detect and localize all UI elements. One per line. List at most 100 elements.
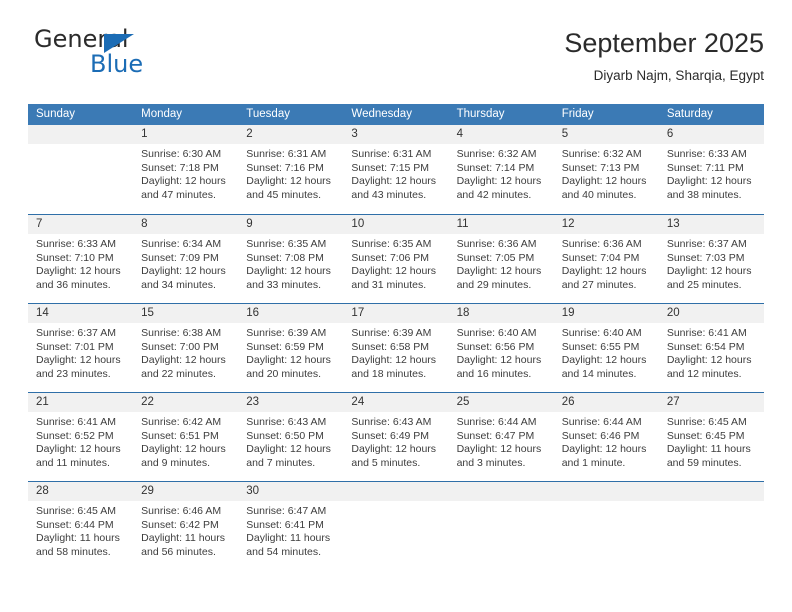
day-detail-line: Sunrise: 6:36 AM bbox=[456, 238, 537, 250]
day-cell-13[interactable]: 13 Sunrise: 6:37 AM Sunset: 7:03 PM Dayligh… bbox=[658, 215, 764, 303]
day-cell-17[interactable]: 17 Sunrise: 6:39 AM Sunset: 6:58 PM Dayligh… bbox=[343, 304, 449, 392]
day-detail-line: Sunset: 7:11 PM bbox=[666, 161, 744, 174]
day-detail-line: Sunrise: 6:31 AM bbox=[351, 148, 432, 160]
day-cell-1[interactable]: 1 Sunrise: 6:30 AM Sunset: 7:18 PM Daylight… bbox=[133, 125, 239, 214]
day-number-band bbox=[448, 482, 554, 501]
day-details: Sunrise: 6:39 AM Sunset: 6:58 PM Daylight:… bbox=[343, 323, 448, 381]
day-detail-line: Daylight: 12 hours bbox=[456, 175, 542, 188]
day-cell-28[interactable]: 28 Sunrise: 6:45 AM Sunset: 6:44 PM Dayligh… bbox=[28, 482, 134, 570]
weekday-header-sunday: Sunday bbox=[36, 108, 76, 120]
day-detail-line: and 1 minute. bbox=[561, 456, 626, 469]
day-cell-21[interactable]: 21 Sunrise: 6:41 AM Sunset: 6:52 PM Dayligh… bbox=[28, 393, 134, 481]
page-subtitle: Diyarb Najm, Sharqia, Egypt bbox=[593, 68, 764, 83]
day-detail-line: and 23 minutes. bbox=[36, 367, 111, 380]
calendar-week-row: 28 Sunrise: 6:45 AM Sunset: 6:44 PM Dayligh… bbox=[28, 481, 764, 570]
day-number-band: 16 bbox=[238, 304, 344, 323]
calendar-week-row: 7 Sunrise: 6:33 AM Sunset: 7:10 PM Daylight… bbox=[28, 214, 764, 303]
day-number-band: 8 bbox=[133, 215, 239, 234]
day-cell-18[interactable]: 18 Sunrise: 6:40 AM Sunset: 6:56 PM Dayligh… bbox=[448, 304, 554, 392]
day-number: 23 bbox=[246, 396, 260, 408]
day-number-band: 29 bbox=[133, 482, 239, 501]
day-detail-line: Sunrise: 6:44 AM bbox=[561, 416, 642, 428]
day-number: 6 bbox=[666, 128, 674, 140]
day-details: Sunrise: 6:30 AM Sunset: 7:18 PM Daylight:… bbox=[133, 144, 238, 202]
day-detail-line: Sunset: 6:41 PM bbox=[246, 518, 324, 531]
day-detail-line: Sunset: 7:05 PM bbox=[456, 251, 535, 264]
day-cell-11[interactable]: 11 Sunrise: 6:36 AM Sunset: 7:05 PM Dayligh… bbox=[448, 215, 554, 303]
day-detail-line: Daylight: 12 hours bbox=[351, 354, 437, 367]
day-detail-line: Sunset: 6:45 PM bbox=[666, 429, 745, 442]
day-cell-3[interactable]: 3 Sunrise: 6:31 AM Sunset: 7:15 PM Daylight… bbox=[343, 125, 449, 214]
day-detail-line: Sunset: 7:18 PM bbox=[141, 161, 219, 174]
day-cell-30[interactable]: 30 Sunrise: 6:47 AM Sunset: 6:41 PM Dayligh… bbox=[238, 482, 344, 570]
day-detail-line: Sunrise: 6:33 AM bbox=[666, 148, 747, 160]
day-cell-29[interactable]: 29 Sunrise: 6:46 AM Sunset: 6:42 PM Dayligh… bbox=[133, 482, 239, 570]
day-details: Sunrise: 6:40 AM Sunset: 6:56 PM Daylight:… bbox=[449, 323, 554, 381]
weekday-header-wednesday: Wednesday bbox=[351, 108, 412, 120]
day-cell-10[interactable]: 10 Sunrise: 6:35 AM Sunset: 7:06 PM Dayligh… bbox=[343, 215, 449, 303]
day-cell-2[interactable]: 2 Sunrise: 6:31 AM Sunset: 7:16 PM Daylight… bbox=[238, 125, 344, 214]
day-cell-5[interactable]: 5 Sunrise: 6:32 AM Sunset: 7:13 PM Daylight… bbox=[553, 125, 659, 214]
day-number-band: 26 bbox=[553, 393, 659, 412]
day-detail-line: Daylight: 12 hours bbox=[351, 265, 437, 278]
day-details: Sunrise: 6:36 AM Sunset: 7:05 PM Daylight:… bbox=[449, 234, 554, 292]
day-detail-line: Sunrise: 6:35 AM bbox=[351, 238, 432, 250]
day-cell-12[interactable]: 12 Sunrise: 6:36 AM Sunset: 7:04 PM Dayligh… bbox=[553, 215, 659, 303]
general-blue-logo[interactable]: General Blue bbox=[28, 26, 258, 88]
day-number-band: 19 bbox=[553, 304, 659, 323]
day-cell-23[interactable]: 23 Sunrise: 6:43 AM Sunset: 6:50 PM Dayligh… bbox=[238, 393, 344, 481]
day-cell-14[interactable]: 14 Sunrise: 6:37 AM Sunset: 7:01 PM Dayligh… bbox=[28, 304, 134, 392]
day-number: 29 bbox=[141, 485, 154, 497]
day-detail-line: Sunset: 6:54 PM bbox=[666, 340, 745, 353]
day-cell-4[interactable]: 4 Sunrise: 6:32 AM Sunset: 7:14 PM Daylight… bbox=[448, 125, 554, 214]
day-detail-line: and 5 minutes. bbox=[351, 456, 421, 469]
day-details: Sunrise: 6:37 AM Sunset: 7:01 PM Daylight:… bbox=[28, 323, 133, 381]
day-detail-line: Sunset: 7:03 PM bbox=[666, 251, 745, 264]
day-cell-26[interactable]: 26 Sunrise: 6:44 AM Sunset: 6:46 PM Dayligh… bbox=[553, 393, 659, 481]
day-cell-9[interactable]: 9 Sunrise: 6:35 AM Sunset: 7:08 PM Daylight… bbox=[238, 215, 344, 303]
day-number-band: 4 bbox=[448, 125, 554, 144]
day-details bbox=[554, 501, 659, 505]
day-details bbox=[28, 144, 133, 148]
day-cell-8[interactable]: 8 Sunrise: 6:34 AM Sunset: 7:09 PM Daylight… bbox=[133, 215, 239, 303]
day-number-band: 25 bbox=[448, 393, 554, 412]
day-details: Sunrise: 6:36 AM Sunset: 7:04 PM Daylight:… bbox=[554, 234, 659, 292]
weekday-header-friday: Friday bbox=[561, 108, 594, 120]
day-number-band: 12 bbox=[553, 215, 659, 234]
day-cell-27[interactable]: 27 Sunrise: 6:45 AM Sunset: 6:45 PM Dayligh… bbox=[658, 393, 764, 481]
day-detail-line: Sunrise: 6:41 AM bbox=[666, 327, 747, 339]
day-number: 18 bbox=[456, 307, 470, 319]
day-detail-line: Daylight: 12 hours bbox=[456, 265, 542, 278]
day-cell-15[interactable]: 15 Sunrise: 6:38 AM Sunset: 7:00 PM Dayligh… bbox=[133, 304, 239, 392]
day-details: Sunrise: 6:41 AM Sunset: 6:54 PM Daylight:… bbox=[659, 323, 764, 381]
day-detail-line: Sunrise: 6:37 AM bbox=[36, 327, 116, 339]
day-detail-line: and 3 minutes. bbox=[456, 456, 526, 469]
day-cell-7[interactable]: 7 Sunrise: 6:33 AM Sunset: 7:10 PM Daylight… bbox=[28, 215, 134, 303]
day-cell-20[interactable]: 20 Sunrise: 6:41 AM Sunset: 6:54 PM Dayligh… bbox=[658, 304, 764, 392]
day-detail-line: Sunrise: 6:41 AM bbox=[36, 416, 116, 428]
day-number: 22 bbox=[141, 396, 154, 408]
day-cell-25[interactable]: 25 Sunrise: 6:44 AM Sunset: 6:47 PM Dayligh… bbox=[448, 393, 554, 481]
day-detail-line: Daylight: 12 hours bbox=[36, 443, 121, 456]
day-cell-22[interactable]: 22 Sunrise: 6:42 AM Sunset: 6:51 PM Dayligh… bbox=[133, 393, 239, 481]
day-detail-line: Daylight: 12 hours bbox=[561, 175, 647, 188]
day-number-band: 20 bbox=[658, 304, 764, 323]
day-number: 17 bbox=[351, 307, 365, 319]
day-detail-line: and 14 minutes. bbox=[561, 367, 637, 380]
day-detail-line: Daylight: 12 hours bbox=[561, 354, 647, 367]
day-detail-line: Daylight: 12 hours bbox=[561, 443, 647, 456]
day-detail-line: Sunrise: 6:39 AM bbox=[246, 327, 327, 339]
day-number-band: 9 bbox=[238, 215, 344, 234]
day-detail-line: Daylight: 12 hours bbox=[36, 354, 121, 367]
day-number-band: 13 bbox=[658, 215, 764, 234]
day-number-band: 30 bbox=[238, 482, 344, 501]
day-detail-line: and 54 minutes. bbox=[246, 545, 321, 558]
day-number: 21 bbox=[36, 396, 49, 408]
day-cell-19[interactable]: 19 Sunrise: 6:40 AM Sunset: 6:55 PM Dayligh… bbox=[553, 304, 659, 392]
day-cell-24[interactable]: 24 Sunrise: 6:43 AM Sunset: 6:49 PM Dayligh… bbox=[343, 393, 449, 481]
day-detail-line: and 36 minutes. bbox=[36, 278, 111, 291]
day-detail-line: Sunset: 7:15 PM bbox=[351, 161, 430, 174]
day-cell-6[interactable]: 6 Sunrise: 6:33 AM Sunset: 7:11 PM Daylight… bbox=[658, 125, 764, 214]
day-cell-16[interactable]: 16 Sunrise: 6:39 AM Sunset: 6:59 PM Dayligh… bbox=[238, 304, 344, 392]
day-number-band: 3 bbox=[343, 125, 449, 144]
